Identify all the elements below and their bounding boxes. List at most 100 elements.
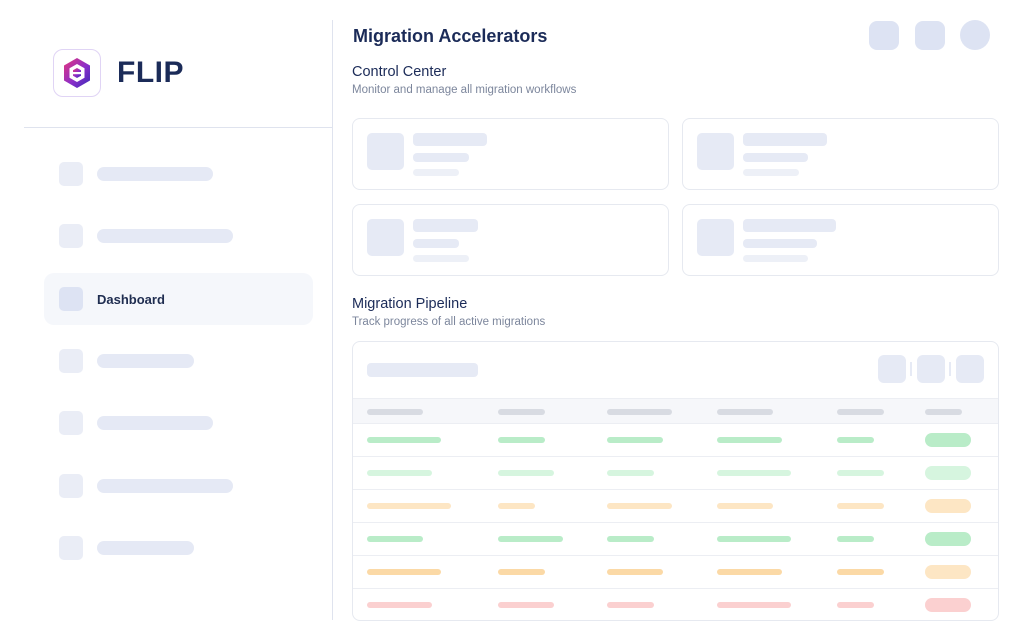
card-meta-placeholder (743, 169, 799, 176)
card-placeholder-icon (697, 133, 734, 170)
cell-placeholder (837, 470, 884, 476)
nav-label-placeholder (97, 167, 213, 181)
nav-label-placeholder (97, 354, 194, 368)
pipeline-title: Migration Pipeline (352, 296, 468, 312)
card-subtitle-placeholder (743, 153, 808, 162)
status-badge (925, 532, 971, 546)
sidebar-divider (24, 127, 333, 128)
cell-placeholder (837, 437, 874, 443)
control-card-1[interactable] (352, 118, 669, 190)
table-row[interactable] (353, 589, 998, 620)
nav-placeholder-icon (59, 411, 83, 435)
nav-label-placeholder (97, 479, 233, 493)
card-title-placeholder (743, 133, 827, 146)
column-header[interactable] (717, 409, 773, 415)
table-row[interactable] (353, 424, 998, 457)
cell-placeholder (367, 569, 441, 575)
cell-placeholder (607, 536, 654, 542)
nav-label-placeholder (97, 229, 233, 243)
card-title-placeholder (413, 133, 487, 146)
cell-placeholder (498, 569, 545, 575)
card-title-placeholder (743, 219, 836, 232)
cell-placeholder (717, 602, 791, 608)
pipeline-table (352, 341, 999, 621)
card-subtitle-placeholder (413, 239, 459, 248)
sidebar-item-6[interactable] (44, 460, 313, 512)
avatar[interactable] (960, 20, 990, 50)
cell-placeholder (607, 470, 654, 476)
column-header[interactable] (837, 409, 884, 415)
header-action-button-2[interactable] (915, 21, 945, 50)
control-center-title: Control Center (352, 64, 447, 80)
nav-label-placeholder (97, 541, 194, 555)
table-action-button-3[interactable] (956, 355, 984, 383)
cell-placeholder (837, 602, 874, 608)
cell-placeholder (607, 503, 672, 509)
table-row[interactable] (353, 556, 998, 589)
column-header[interactable] (925, 409, 962, 415)
table-row[interactable] (353, 523, 998, 556)
table-title-placeholder (367, 363, 478, 377)
brand-logo-row[interactable]: FLIP (53, 49, 184, 97)
nav-placeholder-icon (59, 536, 83, 560)
sidebar-item-dashboard[interactable]: Dashboard (44, 273, 313, 325)
cell-placeholder (367, 437, 441, 443)
card-subtitle-placeholder (413, 153, 469, 162)
table-action-button-2[interactable] (917, 355, 945, 383)
cell-placeholder (367, 503, 451, 509)
cell-placeholder (498, 437, 545, 443)
sidebar-border (332, 20, 333, 620)
sidebar-item-label: Dashboard (97, 291, 165, 307)
sidebar-item-7[interactable] (44, 522, 313, 574)
nav-placeholder-icon (59, 474, 83, 498)
status-badge (925, 499, 971, 513)
control-card-3[interactable] (352, 204, 669, 276)
toolbar-separator (949, 362, 951, 376)
nav-placeholder-icon (59, 162, 83, 186)
cell-placeholder (498, 536, 563, 542)
cell-placeholder (367, 602, 432, 608)
table-row[interactable] (353, 490, 998, 523)
sidebar-item-5[interactable] (44, 397, 313, 449)
control-card-2[interactable] (682, 118, 999, 190)
app-root: FLIP Dashboard Migration Accelerators Co… (0, 0, 1017, 636)
sidebar-item-4[interactable] (44, 335, 313, 387)
control-card-4[interactable] (682, 204, 999, 276)
cell-placeholder (607, 602, 654, 608)
cell-placeholder (607, 569, 663, 575)
cell-placeholder (837, 503, 884, 509)
table-header (353, 398, 998, 424)
column-header[interactable] (498, 409, 545, 415)
column-header[interactable] (367, 409, 423, 415)
table-action-button-1[interactable] (878, 355, 906, 383)
sidebar-item-1[interactable] (44, 148, 313, 200)
sidebar-item-2[interactable] (44, 210, 313, 262)
cell-placeholder (837, 536, 874, 542)
table-row[interactable] (353, 457, 998, 490)
cell-placeholder (837, 569, 884, 575)
nav-label-placeholder (97, 416, 213, 430)
sidebar: FLIP Dashboard (0, 0, 333, 636)
cell-placeholder (717, 470, 791, 476)
cell-placeholder (367, 470, 432, 476)
status-badge (925, 565, 971, 579)
cell-placeholder (717, 437, 782, 443)
card-placeholder-icon (697, 219, 734, 256)
card-meta-placeholder (413, 169, 459, 176)
card-placeholder-icon (367, 133, 404, 170)
pipeline-subtitle: Track progress of all active migrations (352, 316, 546, 328)
cell-placeholder (498, 602, 554, 608)
cell-placeholder (367, 536, 423, 542)
card-meta-placeholder (743, 255, 808, 262)
card-subtitle-placeholder (743, 239, 817, 248)
status-badge (925, 466, 971, 480)
column-header[interactable] (607, 409, 672, 415)
status-badge (925, 598, 971, 612)
header-action-button-1[interactable] (869, 21, 899, 50)
cell-placeholder (717, 503, 773, 509)
toolbar-separator (910, 362, 912, 376)
card-title-placeholder (413, 219, 478, 232)
cell-placeholder (717, 569, 782, 575)
cell-placeholder (607, 437, 663, 443)
page-title: Migration Accelerators (353, 26, 548, 46)
